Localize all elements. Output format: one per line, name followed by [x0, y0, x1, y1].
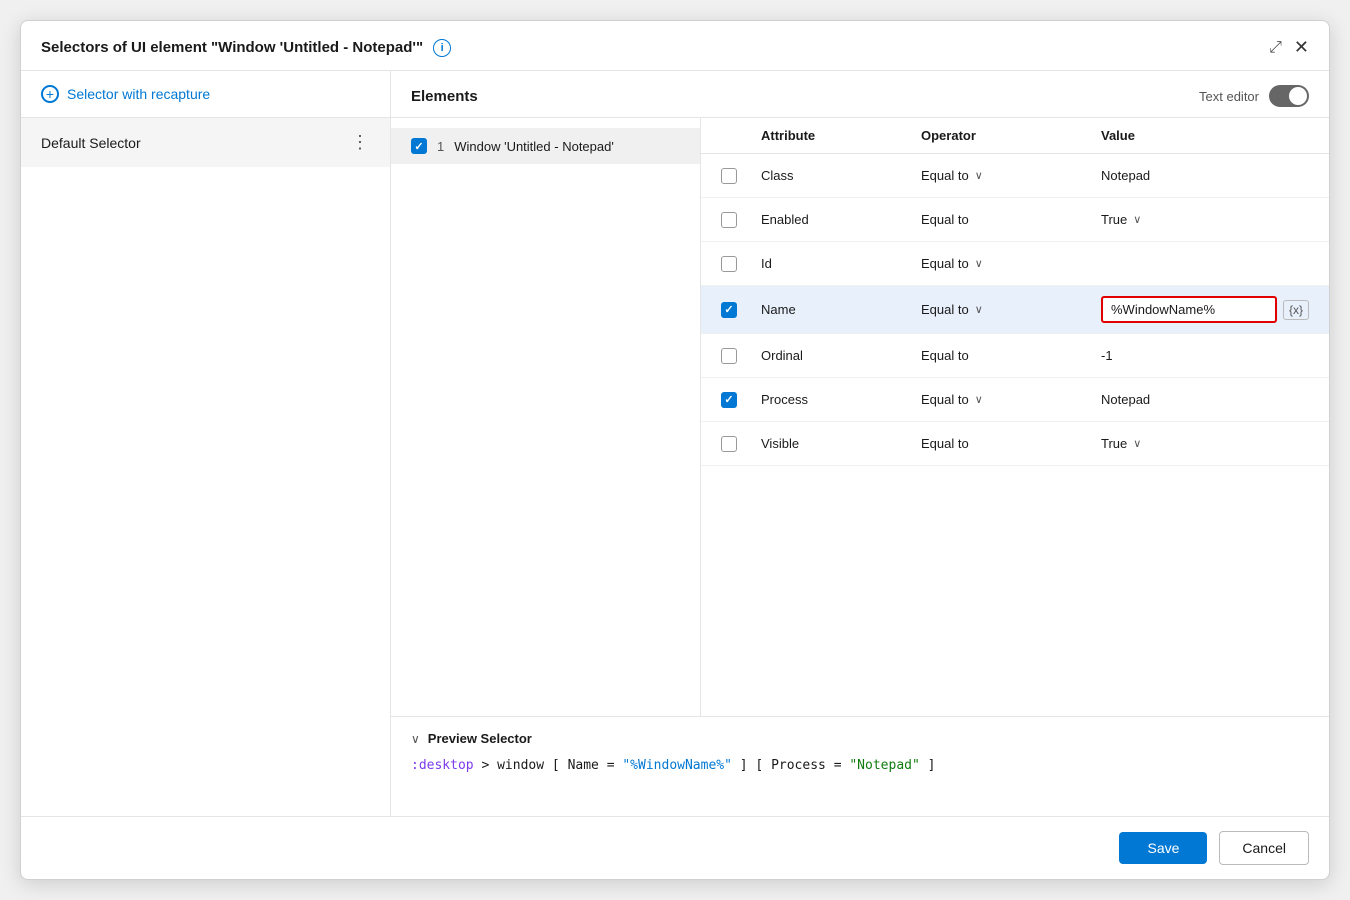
selector-item-label: Default Selector — [41, 135, 141, 151]
checkbox-class[interactable] — [721, 168, 737, 184]
code-val-notepad: "Notepad" — [849, 758, 919, 773]
operator-name: Equal to ∨ — [921, 302, 1101, 317]
info-icon[interactable]: i — [433, 39, 451, 57]
attr-row-class: Class Equal to ∨ Notepad — [701, 154, 1329, 198]
operator-id: Equal to ∨ — [921, 256, 1101, 271]
element-number: 1 — [437, 139, 444, 154]
attr-row-name: Name Equal to ∨ %WindowName% {x} — [701, 286, 1329, 334]
attr-row-ordinal: Ordinal Equal to -1 — [701, 334, 1329, 378]
selector-item-menu-icon[interactable]: ⋮ — [351, 132, 370, 153]
checkbox-ordinal[interactable] — [721, 348, 737, 364]
header-checkbox-col — [721, 128, 761, 143]
value-enabled: True ∨ — [1101, 212, 1309, 227]
code-desktop: :desktop — [411, 758, 474, 773]
elements-header: Elements Text editor — [391, 71, 1329, 118]
operator-process-dropdown[interactable]: ∨ — [975, 393, 983, 406]
checkbox-id[interactable] — [721, 256, 737, 272]
operator-class-dropdown[interactable]: ∨ — [975, 169, 983, 182]
attr-name-name: Name — [761, 302, 921, 317]
attr-name-visible: Visible — [761, 436, 921, 451]
expand-icon[interactable]: ⤢ — [1269, 39, 1282, 57]
code-attr-process: Process — [771, 758, 826, 773]
code-eq2: = — [834, 758, 842, 773]
attributes-header-row: Attribute Operator Value — [701, 118, 1329, 154]
operator-ordinal: Equal to — [921, 348, 1101, 363]
default-selector-item[interactable]: Default Selector ⋮ — [21, 118, 390, 167]
value-visible-dropdown[interactable]: ∨ — [1133, 437, 1141, 450]
operator-visible: Equal to — [921, 436, 1101, 451]
operator-name-dropdown[interactable]: ∨ — [975, 303, 983, 316]
title-bar-right: ⤢ ✕ — [1269, 37, 1309, 58]
value-enabled-dropdown[interactable]: ∨ — [1133, 213, 1141, 226]
code-arrow: > — [481, 758, 497, 773]
code-bracket3: [ — [755, 758, 763, 773]
element-checkbox[interactable] — [411, 138, 427, 154]
preview-title: Preview Selector — [428, 731, 532, 746]
attr-name-id: Id — [761, 256, 921, 271]
attr-name-process: Process — [761, 392, 921, 407]
attr-row-id: Id Equal to ∨ — [701, 242, 1329, 286]
operator-class: Equal to ∨ — [921, 168, 1101, 183]
value-class: Notepad — [1101, 168, 1309, 183]
code-bracket4: ] — [928, 758, 936, 773]
code-eq1: = — [607, 758, 615, 773]
preview-header[interactable]: ∨ Preview Selector — [411, 731, 1309, 746]
element-row[interactable]: 1 Window 'Untitled - Notepad' — [391, 128, 700, 164]
plus-icon: + — [41, 85, 59, 103]
attr-row-enabled: Enabled Equal to True ∨ — [701, 198, 1329, 242]
main-content: + Selector with recapture Default Select… — [21, 71, 1329, 816]
preview-chevron-icon: ∨ — [411, 732, 420, 746]
preview-code: :desktop > window [ Name = "%WindowName%… — [411, 756, 1309, 777]
right-panel: Elements Text editor 1 Window 'Untitled … — [391, 71, 1329, 816]
checkbox-visible[interactable] — [721, 436, 737, 452]
code-bracket2: ] — [740, 758, 748, 773]
add-selector-label: Selector with recapture — [67, 86, 210, 102]
header-operator: Operator — [921, 128, 1101, 143]
checkbox-name[interactable] — [721, 302, 737, 318]
checkbox-process[interactable] — [721, 392, 737, 408]
attr-row-visible: Visible Equal to True ∨ — [701, 422, 1329, 466]
text-editor-row: Text editor — [1199, 85, 1309, 107]
title-bar-left: Selectors of UI element "Window 'Untitle… — [41, 39, 451, 57]
elements-list: 1 Window 'Untitled - Notepad' — [391, 118, 701, 716]
variable-icon[interactable]: {x} — [1283, 300, 1309, 320]
checkbox-enabled[interactable] — [721, 212, 737, 228]
attr-row-process: Process Equal to ∨ Notepad — [701, 378, 1329, 422]
attr-name-class: Class — [761, 168, 921, 183]
code-bracket1: [ — [552, 758, 560, 773]
name-value-input[interactable]: %WindowName% — [1101, 296, 1277, 323]
operator-id-dropdown[interactable]: ∨ — [975, 257, 983, 270]
elements-title: Elements — [411, 88, 478, 105]
title-bar: Selectors of UI element "Window 'Untitle… — [21, 21, 1329, 71]
value-ordinal: -1 — [1101, 348, 1309, 363]
attr-name-ordinal: Ordinal — [761, 348, 921, 363]
left-panel: + Selector with recapture Default Select… — [21, 71, 391, 816]
save-button[interactable]: Save — [1119, 832, 1207, 864]
preview-section: ∨ Preview Selector :desktop > window [ N… — [391, 716, 1329, 816]
dialog: Selectors of UI element "Window 'Untitle… — [20, 20, 1330, 880]
close-icon[interactable]: ✕ — [1294, 37, 1309, 58]
element-label: Window 'Untitled - Notepad' — [454, 139, 614, 154]
attributes-table: Attribute Operator Value Class Equal to … — [701, 118, 1329, 716]
header-attribute: Attribute — [761, 128, 921, 143]
header-value: Value — [1101, 128, 1309, 143]
value-name: %WindowName% {x} — [1101, 296, 1309, 323]
value-visible: True ∨ — [1101, 436, 1309, 451]
attr-name-enabled: Enabled — [761, 212, 921, 227]
operator-process: Equal to ∨ — [921, 392, 1101, 407]
value-process: Notepad — [1101, 392, 1309, 407]
footer: Save Cancel — [21, 816, 1329, 879]
cancel-button[interactable]: Cancel — [1219, 831, 1309, 865]
text-editor-label: Text editor — [1199, 89, 1259, 104]
add-selector-button[interactable]: + Selector with recapture — [21, 71, 390, 118]
operator-enabled: Equal to — [921, 212, 1101, 227]
code-val-windowname: "%WindowName%" — [622, 758, 732, 773]
code-attr-name: Name — [568, 758, 599, 773]
dialog-title: Selectors of UI element "Window 'Untitle… — [41, 39, 423, 56]
elements-attrs-area: 1 Window 'Untitled - Notepad' Attribute … — [391, 118, 1329, 716]
text-editor-toggle[interactable] — [1269, 85, 1309, 107]
code-window: window — [497, 758, 544, 773]
